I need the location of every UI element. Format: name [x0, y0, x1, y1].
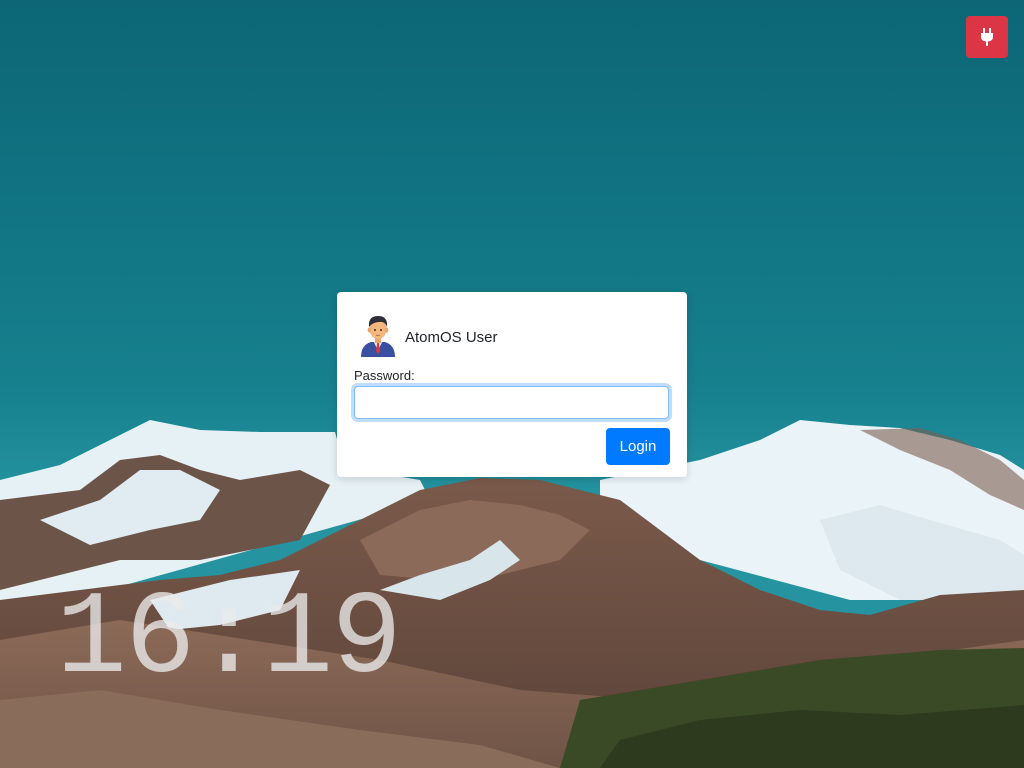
password-input[interactable]	[354, 386, 669, 419]
clock-time: 16:19	[56, 574, 402, 707]
user-avatar-icon	[361, 316, 395, 357]
login-dialog: AtomOS User Password: Login	[337, 292, 687, 477]
plug-icon	[981, 28, 993, 46]
password-label: Password:	[354, 368, 415, 383]
login-screen: AtomOS User Password: Login 16:19	[0, 0, 1024, 768]
power-button[interactable]	[966, 16, 1008, 58]
login-button[interactable]: Login	[606, 428, 670, 465]
user-row: AtomOS User	[357, 312, 498, 358]
username-label: AtomOS User	[405, 328, 498, 346]
